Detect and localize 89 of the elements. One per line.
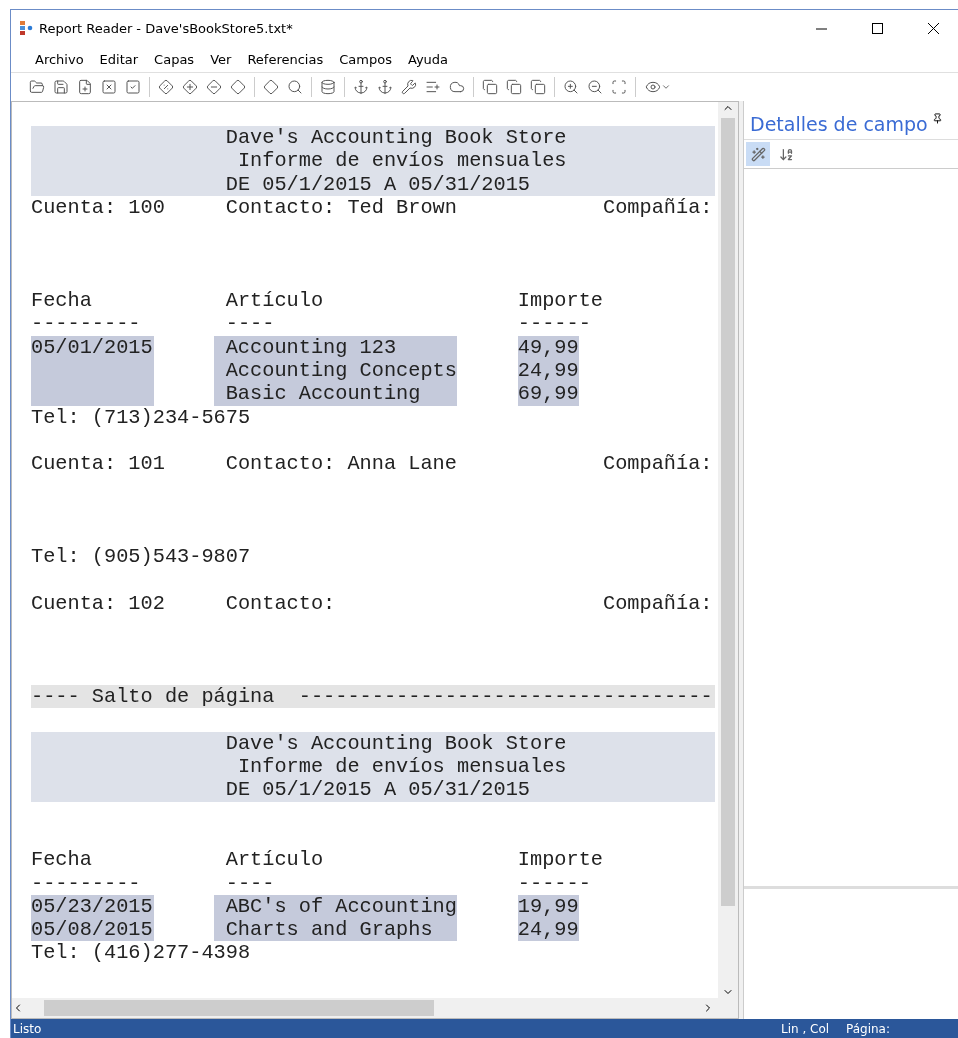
caret-icon xyxy=(661,82,671,92)
amount-field: 24,99 xyxy=(517,358,579,383)
sort-az-icon xyxy=(778,146,794,162)
report-header-text: Informe de envíos mensuales xyxy=(237,755,567,778)
copy-icon xyxy=(482,79,498,95)
column-heading: Fecha xyxy=(31,289,93,313)
list-plus-icon xyxy=(425,79,441,95)
company-text: Compañía: xyxy=(603,195,714,220)
column-rule: --------- xyxy=(31,871,142,895)
window-title: Report Reader - Dave'sBookStore5.txt* xyxy=(39,20,294,36)
diamond-plus-icon xyxy=(182,79,198,95)
square-check-icon xyxy=(125,79,141,95)
copy-icon xyxy=(530,79,546,95)
contact-text: Contacto: Anna Lane xyxy=(225,452,458,476)
date-field: 05/23/2015 xyxy=(31,894,154,919)
menu-item[interactable]: Capas xyxy=(146,49,203,69)
pin-icon[interactable] xyxy=(931,113,943,124)
phone-text: Tel: (905)543-9807 xyxy=(31,545,251,569)
square-x-icon xyxy=(101,79,117,95)
date-field: 05/01/2015 xyxy=(31,335,154,406)
phone-text: Tel: (713)234-5675 xyxy=(31,405,251,429)
status-text: Listo xyxy=(13,1022,43,1036)
horizontal-scrollbar[interactable] xyxy=(12,998,738,1018)
wand-button[interactable] xyxy=(746,142,770,166)
panel-title: Detalles de campo xyxy=(750,113,928,135)
close-icon xyxy=(927,22,939,34)
open-folder-icon xyxy=(29,79,45,95)
page-break-text: ---- Salto de página ---------------------------------- xyxy=(31,685,713,709)
menu-item[interactable]: Referencias xyxy=(239,49,332,69)
cloud-icon xyxy=(449,79,465,95)
diamond-percent-icon xyxy=(158,79,174,95)
new-file-icon xyxy=(77,79,93,95)
anchor-icon xyxy=(377,79,393,95)
phone-text: Tel: (416)277-4398 xyxy=(31,941,251,965)
article-field: ABC's of Accounting xyxy=(213,894,457,919)
menu-item[interactable]: Ver xyxy=(202,49,240,69)
report-header-text: DE 05/1/2015 A 05/31/2015 xyxy=(225,172,530,196)
contact-text: Contacto: Ted Brown xyxy=(225,195,458,220)
column-heading: Artículo xyxy=(225,289,325,313)
eye-icon xyxy=(645,79,661,95)
app-logo-icon xyxy=(19,20,33,36)
menu-item[interactable]: Campos xyxy=(331,49,400,69)
article-field: Basic Accounting xyxy=(213,382,457,406)
menu-item[interactable]: Ayuda xyxy=(399,49,457,69)
amount-field: 19,99 xyxy=(517,894,579,919)
account-text: Cuenta: 101 xyxy=(31,452,166,476)
search-icon xyxy=(287,79,303,95)
zoom-fit-icon xyxy=(611,79,627,95)
company-text: Compañía: xyxy=(603,591,714,616)
page-text: Página: xyxy=(846,1022,891,1036)
column-rule: ---- xyxy=(225,312,276,336)
account-text: Cuenta: 102 xyxy=(31,591,166,616)
account-text: Cuenta: 100 xyxy=(31,195,166,220)
column-heading: Importe xyxy=(517,289,603,313)
date-field: 05/08/2015 xyxy=(31,918,154,942)
anchor-icon xyxy=(353,79,369,95)
report-header-text: Dave's Accounting Book Store xyxy=(225,731,567,755)
menu-item[interactable]: Archivo xyxy=(27,49,92,69)
report-header-text: Informe de envíos mensuales xyxy=(237,149,567,173)
column-heading: Fecha xyxy=(31,848,93,872)
wrench-icon xyxy=(401,79,417,95)
maximize-icon xyxy=(871,22,883,34)
vertical-scrollbar[interactable] xyxy=(718,102,738,998)
company-text: Compañía: xyxy=(603,452,714,476)
position-text: Lin , Col xyxy=(781,1022,831,1036)
article-field: Accounting 123 xyxy=(213,335,457,359)
article-field: Charts and Graphs xyxy=(213,918,457,942)
column-rule: ---- xyxy=(225,871,276,895)
column-rule: ------ xyxy=(517,312,592,336)
wand-icon xyxy=(750,146,766,162)
report-header-text: DE 05/1/2015 A 05/31/2015 xyxy=(225,778,530,802)
diamond-minus-icon xyxy=(206,79,222,95)
report-header-text: Dave's Accounting Book Store xyxy=(225,126,567,149)
column-rule: ------ xyxy=(517,871,592,895)
amount-field: 49,99 xyxy=(517,335,579,359)
zoom-out-icon xyxy=(587,79,603,95)
amount-field: 24,99 xyxy=(517,918,579,942)
column-heading: Artículo xyxy=(225,848,325,872)
amount-field: 69,99 xyxy=(517,382,579,406)
database-icon xyxy=(320,79,336,95)
article-field: Accounting Concepts xyxy=(213,358,457,383)
copy-icon xyxy=(506,79,522,95)
column-heading: Importe xyxy=(517,848,603,872)
diamond-icon xyxy=(230,79,246,95)
contact-text: Contacto: xyxy=(225,591,337,616)
menu-item[interactable]: Editar xyxy=(91,49,147,69)
zoom-in-icon xyxy=(563,79,579,95)
column-rule: --------- xyxy=(31,312,142,336)
save-icon xyxy=(53,79,69,95)
